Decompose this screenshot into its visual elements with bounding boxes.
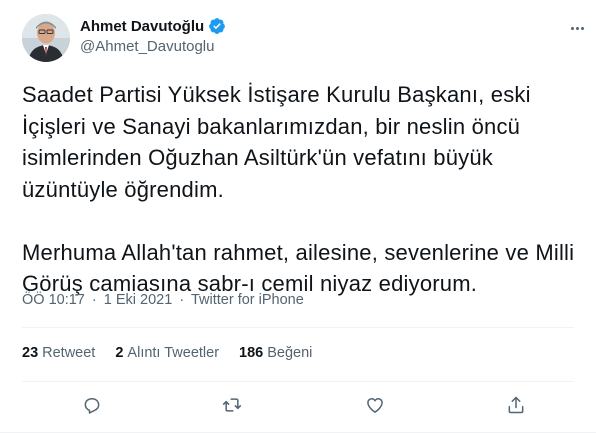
tweet-meta: ÖÖ 10:17 · 1 Eki 2021 · Twitter for iPho…: [22, 292, 304, 308]
retweets-label: Retweet: [42, 345, 96, 361]
author-handle[interactable]: @Ahmet_Davutoglu: [80, 38, 214, 55]
verified-badge-icon: [208, 17, 226, 35]
tweet-source[interactable]: Twitter for iPhone: [191, 292, 304, 308]
author-name-row: Ahmet Davutoğlu: [80, 17, 226, 35]
divider: [22, 381, 574, 382]
tweet-time[interactable]: ÖÖ 10:17: [22, 292, 85, 308]
heart-icon[interactable]: [362, 392, 388, 418]
meta-separator: ·: [179, 292, 185, 308]
quotes-stat[interactable]: 2 Alıntı Tweetler: [115, 345, 219, 361]
divider: [22, 327, 574, 328]
meta-separator: ·: [91, 292, 97, 308]
retweets-count: 23: [22, 345, 39, 361]
tweet-date[interactable]: 1 Eki 2021: [104, 292, 173, 308]
author-name[interactable]: Ahmet Davutoğlu: [80, 18, 204, 35]
tweet-stats: 23 Retweet 2 Alıntı Tweetler 186 Beğeni: [22, 345, 312, 361]
quotes-count: 2: [115, 345, 124, 361]
reply-icon[interactable]: [79, 392, 105, 418]
tweet-actions: [0, 392, 596, 418]
quotes-label: Alıntı Tweetler: [127, 345, 220, 361]
likes-label: Beğeni: [267, 345, 313, 361]
tweet-text: Saadet Partisi Yüksek İstişare Kurulu Ba…: [22, 82, 575, 296]
retweet-icon[interactable]: [219, 392, 245, 418]
retweets-stat[interactable]: 23 Retweet: [22, 345, 95, 361]
more-icon[interactable]: [566, 20, 588, 36]
avatar[interactable]: [22, 14, 70, 62]
share-icon[interactable]: [503, 392, 529, 418]
likes-count: 186: [239, 345, 264, 361]
likes-stat[interactable]: 186 Beğeni: [239, 345, 312, 361]
tweet-card: Ahmet Davutoğlu @Ahmet_Davutoglu Saadet …: [0, 0, 596, 433]
